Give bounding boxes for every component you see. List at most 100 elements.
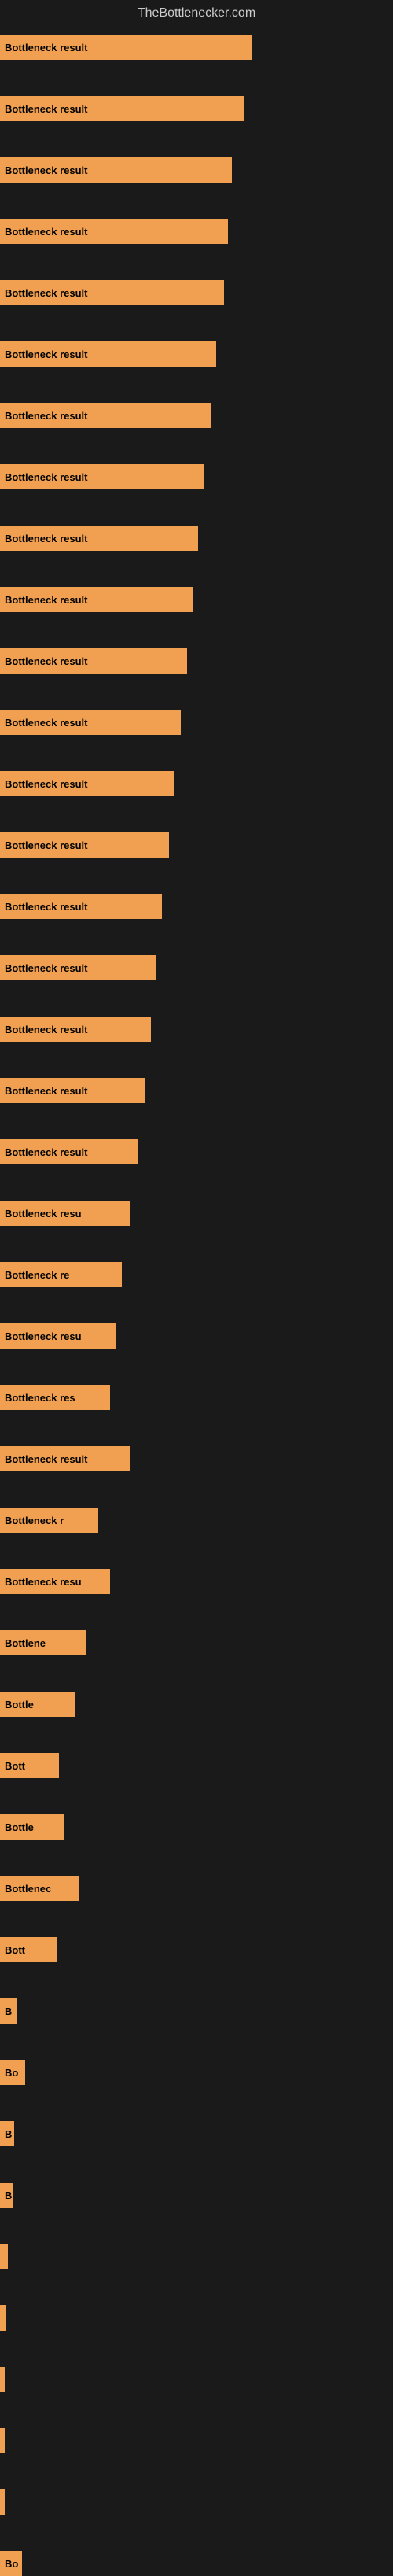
bar-container: Bottleneck result — [0, 894, 393, 919]
bottleneck-bar: Bottleneck result — [0, 832, 169, 858]
bar-container: Bottleneck result — [0, 96, 393, 121]
bar-container: Bottleneck re — [0, 1262, 393, 1287]
bar-label: Bo — [5, 2067, 18, 2079]
bottleneck-bar: Bottleneck result — [0, 464, 204, 489]
bar-container — [0, 2305, 393, 2331]
bottleneck-bar: Bottleneck result — [0, 157, 232, 183]
bar-container: Bottleneck result — [0, 1078, 393, 1103]
bar-container: B — [0, 1998, 393, 2024]
bar-container: Bottleneck result — [0, 280, 393, 305]
bottleneck-bar: Bottleneck result — [0, 710, 181, 735]
bar-container: Bottleneck result — [0, 464, 393, 489]
bar-label: Bottleneck result — [5, 471, 87, 483]
bar-label: Bottleneck result — [5, 901, 87, 913]
bottleneck-bar — [0, 2244, 8, 2269]
bar-container: Bottleneck result — [0, 771, 393, 796]
bar-label: Bottle — [5, 1699, 34, 1711]
bottleneck-bar: Bottleneck re — [0, 1262, 122, 1287]
bottleneck-bar: Bottleneck resu — [0, 1201, 130, 1226]
bar-label: Bo — [5, 2558, 18, 2570]
bar-label: Bottlene — [5, 1637, 46, 1649]
bar-label: Bottleneck result — [5, 1024, 87, 1035]
bar-label: Bottleneck result — [5, 1085, 87, 1097]
bottleneck-bar: Bottleneck result — [0, 219, 228, 244]
bar-label: Bottleneck result — [5, 717, 87, 729]
bar-label: Bottleneck result — [5, 778, 87, 790]
bottleneck-bar: Bottleneck result — [0, 648, 187, 674]
bottleneck-bar: Bottleneck result — [0, 526, 198, 551]
bottleneck-bar: B — [0, 2183, 13, 2208]
bottleneck-bar: Bottleneck result — [0, 280, 224, 305]
bar-label: Bottleneck result — [5, 1453, 87, 1465]
bottleneck-bar: Bottleneck result — [0, 1139, 138, 1164]
bottleneck-bar: Bottleneck result — [0, 894, 162, 919]
bottleneck-bar — [0, 2428, 5, 2453]
bottleneck-bar — [0, 2367, 5, 2392]
bar-label: Bottleneck result — [5, 655, 87, 667]
bar-container: Bottleneck result — [0, 1017, 393, 1042]
bar-label: Bottleneck r — [5, 1515, 64, 1526]
bar-container: Bottleneck result — [0, 832, 393, 858]
bar-container: Bottle — [0, 1692, 393, 1717]
bar-container: Bottleneck result — [0, 157, 393, 183]
bottleneck-bar — [0, 2489, 5, 2515]
bar-label: Bottleneck res — [5, 1392, 75, 1404]
bottleneck-bar: Bottle — [0, 1814, 64, 1840]
bottleneck-bar: Bott — [0, 1937, 57, 1962]
bar-container: Bo — [0, 2551, 393, 2576]
bar-container: Bottleneck result — [0, 341, 393, 367]
bottleneck-bar: Bottleneck result — [0, 35, 252, 60]
bottleneck-bar: Bo — [0, 2551, 22, 2576]
bottleneck-bar: Bott — [0, 1753, 59, 1778]
bottleneck-bar: Bottleneck result — [0, 1017, 151, 1042]
bar-container: Bottleneck result — [0, 955, 393, 980]
bar-label: Bottleneck resu — [5, 1576, 82, 1588]
bar-container: Bottleneck resu — [0, 1201, 393, 1226]
bar-label: Bottleneck result — [5, 533, 87, 544]
bar-label: Bottleneck result — [5, 287, 87, 299]
bottleneck-bar — [0, 2305, 6, 2331]
bar-label: Bottleneck result — [5, 349, 87, 360]
site-title: TheBottlenecker.com — [0, 0, 393, 27]
bar-container: Bottlenec — [0, 1876, 393, 1901]
bar-container: B — [0, 2183, 393, 2208]
bar-container — [0, 2367, 393, 2392]
bottleneck-bar: Bottle — [0, 1692, 75, 1717]
bar-label: Bottleneck result — [5, 164, 87, 176]
bottleneck-bar: B — [0, 1998, 17, 2024]
bar-container: Bottleneck result — [0, 403, 393, 428]
bar-container: Bottlene — [0, 1630, 393, 1655]
bar-label: Bottleneck resu — [5, 1330, 82, 1342]
bar-label: Bottleneck result — [5, 1146, 87, 1158]
bar-container: Bottleneck r — [0, 1508, 393, 1533]
bar-label: Bottle — [5, 1821, 34, 1833]
bar-container: Bottleneck result — [0, 35, 393, 60]
bar-label: B — [5, 2006, 12, 2017]
bar-container: Bo — [0, 2060, 393, 2085]
bottleneck-bar: Bo — [0, 2060, 25, 2085]
bar-label: Bottleneck result — [5, 962, 87, 974]
bar-label: Bottleneck re — [5, 1269, 69, 1281]
bar-container: Bottleneck res — [0, 1385, 393, 1410]
bar-container: Bottleneck result — [0, 648, 393, 674]
bar-label: Bott — [5, 1760, 25, 1772]
bar-container: Bottleneck result — [0, 1446, 393, 1471]
bar-container: Bottleneck result — [0, 710, 393, 735]
bar-container: Bottleneck resu — [0, 1323, 393, 1349]
bar-label: Bottleneck result — [5, 103, 87, 115]
bar-label: B — [5, 2190, 12, 2201]
bar-container: Bott — [0, 1937, 393, 1962]
bottleneck-bar: Bottleneck resu — [0, 1323, 116, 1349]
bar-container: Bott — [0, 1753, 393, 1778]
bottleneck-bar: Bottleneck result — [0, 1078, 145, 1103]
bottleneck-bar: Bottleneck resu — [0, 1569, 110, 1594]
bar-label: Bottleneck result — [5, 226, 87, 238]
bar-container: Bottleneck result — [0, 1139, 393, 1164]
bar-label: B — [5, 2128, 12, 2140]
bar-container: B — [0, 2121, 393, 2146]
bar-container — [0, 2428, 393, 2453]
bottleneck-bar: B — [0, 2121, 14, 2146]
bottleneck-bar: Bottleneck result — [0, 771, 174, 796]
bottleneck-bar: Bottleneck result — [0, 955, 156, 980]
bottleneck-bar: Bottleneck result — [0, 341, 216, 367]
